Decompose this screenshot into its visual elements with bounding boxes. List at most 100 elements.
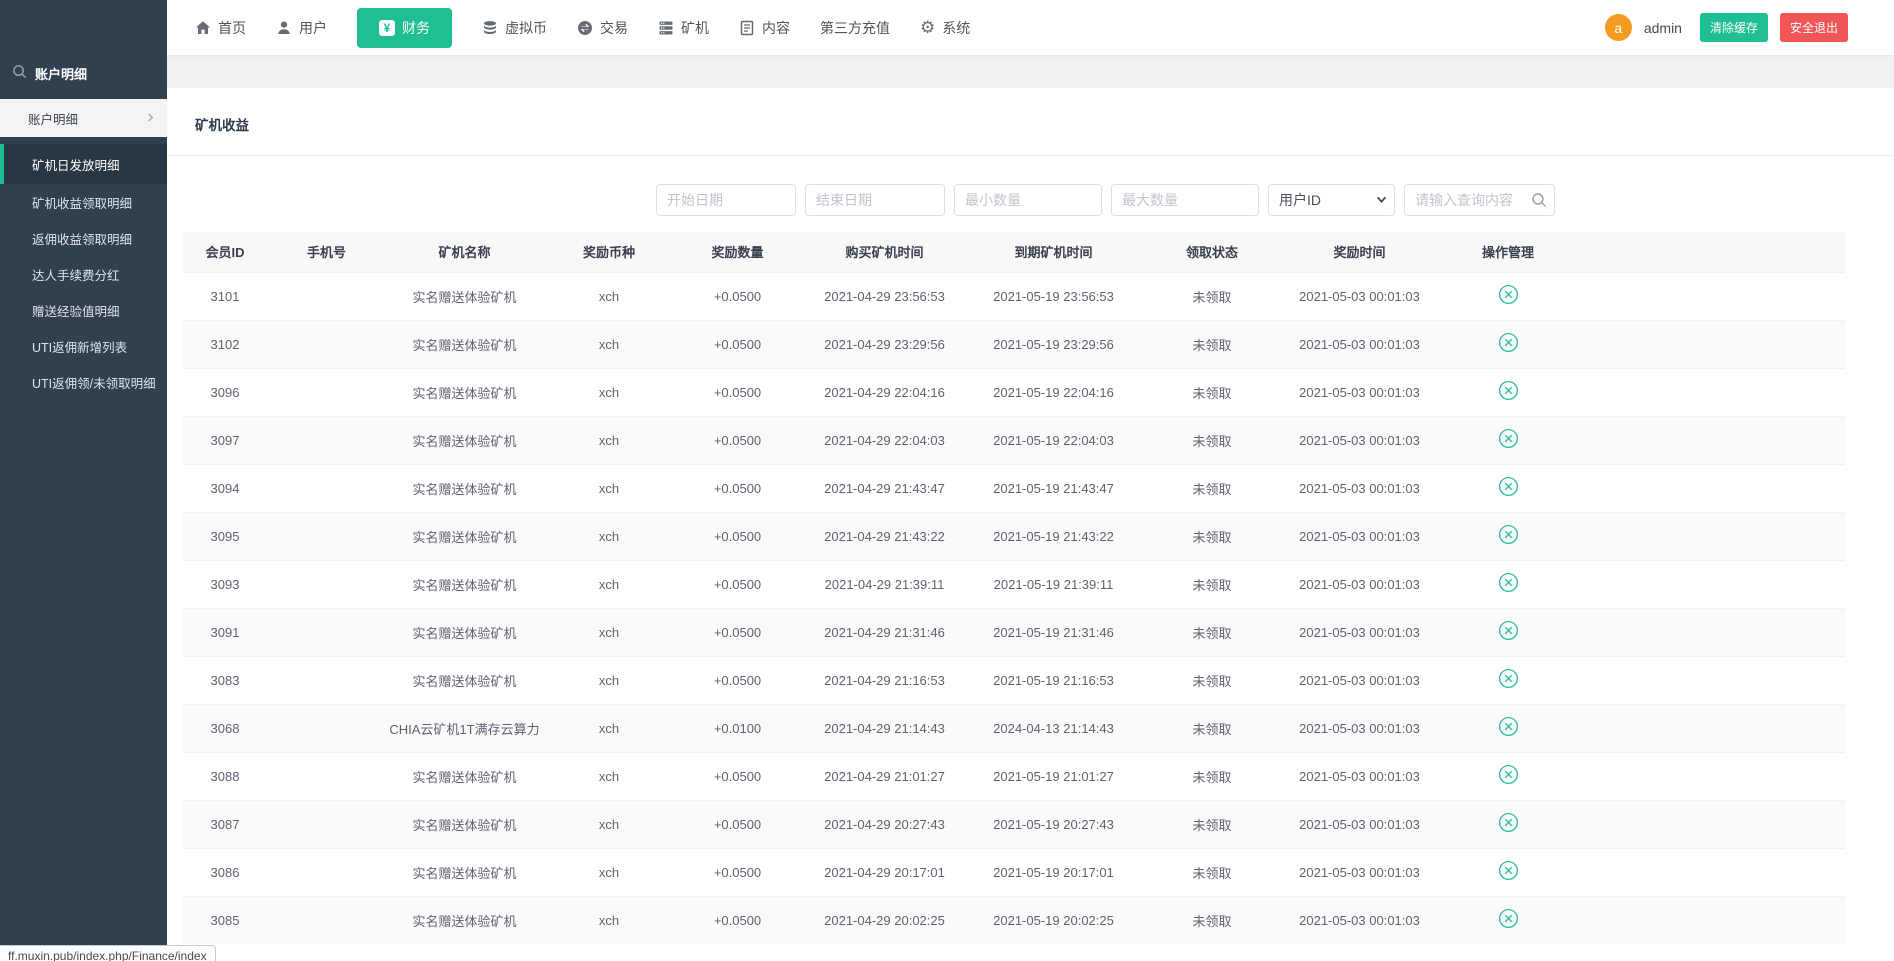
nav-item-1[interactable]: 首页 (195, 18, 246, 38)
cell-operations (1433, 368, 1583, 416)
cell-reward-time: 2021-05-03 00:01:03 (1286, 848, 1433, 896)
cell-status: 未领取 (1138, 656, 1286, 704)
avatar[interactable]: a (1605, 14, 1632, 41)
cell-amount: +0.0500 (675, 848, 800, 896)
coins-icon (482, 20, 498, 36)
cancel-circle-x-button[interactable] (1498, 524, 1519, 545)
cell-expire-time: 2021-05-19 21:16:53 (969, 656, 1138, 704)
cell-reward-time: 2021-05-03 00:01:03 (1286, 656, 1433, 704)
cell-coin: xch (543, 848, 675, 896)
cell-amount: +0.0500 (675, 608, 800, 656)
nav-item-2[interactable]: 用户 (276, 18, 327, 38)
cell-miner-name: 实名赠送体验矿机 (386, 320, 543, 368)
cell-member-id: 3083 (183, 656, 267, 704)
table-row: 3101实名赠送体验矿机xch+0.05002021-04-29 23:56:5… (183, 272, 1845, 320)
nav-item-5[interactable]: 交易 (577, 18, 628, 38)
cell-coin: xch (543, 272, 675, 320)
cancel-circle-x-button[interactable] (1498, 668, 1519, 689)
cancel-circle-x-button[interactable] (1498, 812, 1519, 833)
sidebar: 账户明细 账户明细 矿机日发放明细矿机收益领取明细返佣收益领取明细达人手续费分红… (0, 0, 167, 961)
cancel-circle-x-button[interactable] (1498, 380, 1519, 401)
cell-member-id: 3088 (183, 752, 267, 800)
logout-button[interactable]: 安全退出 (1780, 13, 1848, 42)
cell-coin: xch (543, 800, 675, 848)
start-date-input[interactable] (656, 184, 796, 216)
cell-phone (267, 656, 386, 704)
sidebar-brand-area (0, 0, 167, 55)
cell-buy-time: 2021-04-29 21:01:27 (800, 752, 969, 800)
cell-coin: xch (543, 704, 675, 752)
nav-item-8[interactable]: 第三方充值 (820, 18, 890, 38)
cell-coin: xch (543, 512, 675, 560)
cancel-circle-x-button[interactable] (1498, 572, 1519, 593)
cell-phone (267, 608, 386, 656)
cancel-circle-x-button[interactable] (1498, 860, 1519, 881)
cell-reward-time: 2021-05-03 00:01:03 (1286, 800, 1433, 848)
nav-item-3[interactable]: ¥财务 (357, 8, 452, 48)
chevron-right-icon (146, 111, 155, 125)
title-divider (167, 155, 1894, 156)
cell-reward-time: 2021-05-03 00:01:03 (1286, 416, 1433, 464)
cancel-circle-x-button[interactable] (1498, 620, 1519, 641)
cell-reward-time: 2021-05-03 00:01:03 (1286, 896, 1433, 944)
cell-operations (1433, 608, 1583, 656)
user-id-select[interactable]: 用户ID (1268, 184, 1395, 216)
end-date-input[interactable] (805, 184, 945, 216)
cell-reward-time: 2021-05-03 00:01:03 (1286, 320, 1433, 368)
column-header: 到期矿机时间 (969, 232, 1138, 272)
cell-buy-time: 2021-04-29 21:39:11 (800, 560, 969, 608)
cell-amount: +0.0500 (675, 512, 800, 560)
sidebar-item-3[interactable]: 返佣收益领取明细 (0, 220, 167, 256)
sidebar-item-account-detail[interactable]: 账户明细 (0, 99, 167, 137)
cell-miner-name: 实名赠送体验矿机 (386, 800, 543, 848)
nav-item-4[interactable]: 虚拟币 (482, 18, 547, 38)
table-header: 会员ID手机号矿机名称奖励币种奖励数量购买矿机时间到期矿机时间领取状态奖励时间操… (183, 232, 1845, 272)
cell-buy-time: 2021-04-29 22:04:03 (800, 416, 969, 464)
cell-operations (1433, 704, 1583, 752)
cell-buy-time: 2021-04-29 20:17:01 (800, 848, 969, 896)
table-row: 3102实名赠送体验矿机xch+0.05002021-04-29 23:29:5… (183, 320, 1845, 368)
sidebar-item-1[interactable]: 矿机日发放明细 (0, 144, 167, 184)
min-quantity-input[interactable] (954, 184, 1102, 216)
cell-amount: +0.0500 (675, 368, 800, 416)
cell-coin: xch (543, 464, 675, 512)
cell-buy-time: 2021-04-29 23:29:56 (800, 320, 969, 368)
nav-item-7[interactable]: 内容 (739, 18, 790, 38)
sidebar-item-4[interactable]: 达人手续费分红 (0, 256, 167, 292)
cell-miner-name: 实名赠送体验矿机 (386, 848, 543, 896)
cancel-circle-x-button[interactable] (1498, 764, 1519, 785)
cell-phone (267, 800, 386, 848)
nav-item-9[interactable]: ⚙系统 (920, 18, 970, 38)
main-content: 矿机收益 用户ID (167, 55, 1894, 961)
sidebar-item-2[interactable]: 矿机收益领取明细 (0, 184, 167, 220)
cancel-circle-x-button[interactable] (1498, 284, 1519, 305)
cell-expire-time: 2021-05-19 22:04:16 (969, 368, 1138, 416)
cell-reward-time: 2021-05-03 00:01:03 (1286, 608, 1433, 656)
cell-amount: +0.0500 (675, 656, 800, 704)
cell-member-id: 3102 (183, 320, 267, 368)
table-row: 3085实名赠送体验矿机xch+0.05002021-04-29 20:02:2… (183, 896, 1845, 944)
nav-item-label: 虚拟币 (505, 18, 547, 38)
sidebar-item-7[interactable]: UTI返佣领/未领取明细 (0, 364, 167, 400)
top-navbar: 首页用户¥财务虚拟币交易矿机内容第三方充值⚙系统 a admin 清除缓存 安全… (167, 0, 1894, 55)
cell-miner-name: 实名赠送体验矿机 (386, 896, 543, 944)
document-icon (739, 20, 755, 36)
max-quantity-input[interactable] (1111, 184, 1259, 216)
cell-member-id: 3085 (183, 896, 267, 944)
sidebar-item-5[interactable]: 赠送经验值明细 (0, 292, 167, 328)
cell-buy-time: 2021-04-29 20:27:43 (800, 800, 969, 848)
cell-miner-name: 实名赠送体验矿机 (386, 272, 543, 320)
main-nav: 首页 用户 ¥财务 虚拟币 交易 矿机 内容 第三方充值 ⚙系统 (167, 8, 970, 48)
sidebar-item-6[interactable]: UTI返佣新增列表 (0, 328, 167, 364)
cancel-circle-x-button[interactable] (1498, 908, 1519, 929)
cancel-circle-x-button[interactable] (1498, 428, 1519, 449)
cell-expire-time: 2021-05-19 21:43:22 (969, 512, 1138, 560)
cancel-circle-x-button[interactable] (1498, 476, 1519, 497)
cell-member-id: 3093 (183, 560, 267, 608)
cell-phone (267, 272, 386, 320)
nav-item-6[interactable]: 矿机 (658, 18, 709, 38)
clear-cache-button[interactable]: 清除缓存 (1700, 13, 1768, 42)
cancel-circle-x-button[interactable] (1498, 332, 1519, 353)
cancel-circle-x-button[interactable] (1498, 716, 1519, 737)
cell-phone (267, 752, 386, 800)
